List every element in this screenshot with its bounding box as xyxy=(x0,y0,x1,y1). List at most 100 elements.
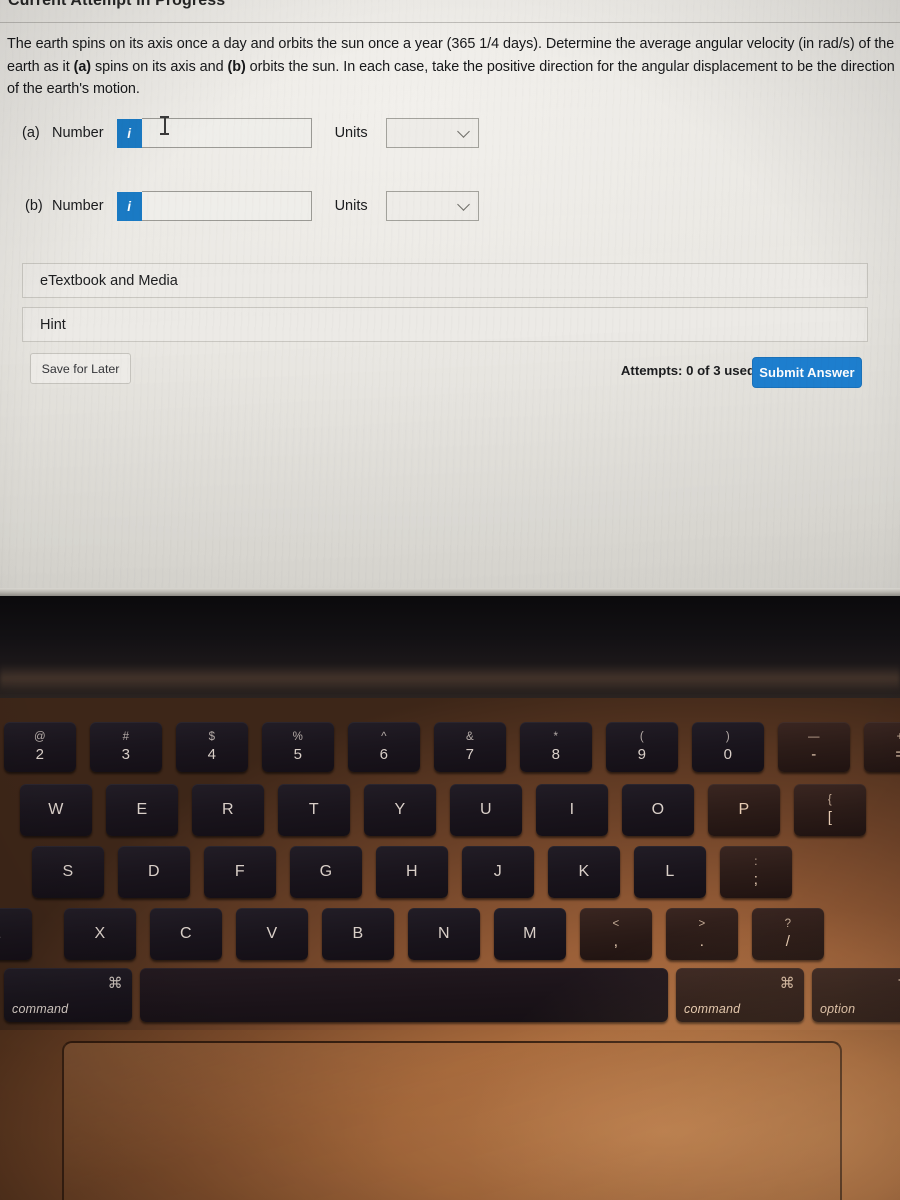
key-z[interactable]: Z xyxy=(0,908,32,960)
key--[interactable]: — - xyxy=(778,722,850,772)
key---legend: - xyxy=(811,745,817,763)
page-title-text: Current Attempt in Progress xyxy=(8,0,226,9)
key-d-legend: D xyxy=(148,862,160,880)
key-comma[interactable]: <, xyxy=(580,908,652,960)
key-o-legend: O xyxy=(651,800,665,818)
question-label-b: (b) xyxy=(227,58,246,75)
key-s[interactable]: S xyxy=(32,846,104,898)
number-input-a[interactable] xyxy=(141,118,312,148)
key-b[interactable]: B xyxy=(322,908,394,960)
key-w-legend: W xyxy=(48,800,64,818)
key-command-right-symbol: ⌘ xyxy=(779,975,795,992)
key-n-legend: N xyxy=(438,924,450,942)
key-d[interactable]: D xyxy=(118,846,190,898)
key-0-legend: 0 xyxy=(723,745,733,763)
key-command-right-label: command xyxy=(684,1002,741,1016)
key-2-top-legend: @ xyxy=(33,730,47,743)
key-bracket-left[interactable]: {[ xyxy=(794,784,866,836)
number-input-b[interactable] xyxy=(141,191,312,221)
key-7-top-legend: & xyxy=(465,730,475,743)
key-8-top-legend: * xyxy=(553,730,559,743)
key-5-top-legend: % xyxy=(292,730,304,743)
key-g[interactable]: G xyxy=(290,846,362,898)
key-command-left[interactable]: ⌘ command xyxy=(4,968,132,1022)
key-space[interactable] xyxy=(140,968,668,1022)
units-select-a[interactable] xyxy=(385,118,479,148)
key-c[interactable]: C xyxy=(150,908,222,960)
key-i[interactable]: I xyxy=(536,784,608,836)
key-m-legend: M xyxy=(523,924,537,942)
key-3-top-legend: # xyxy=(122,730,130,743)
etextbook-and-media-accordion[interactable]: eTextbook and Media xyxy=(22,263,868,298)
key-x[interactable]: X xyxy=(64,908,136,960)
key-7-legend: 7 xyxy=(465,745,475,763)
key-n[interactable]: N xyxy=(408,908,480,960)
key-9[interactable]: (9 xyxy=(606,722,678,772)
key-6[interactable]: ^ 6 xyxy=(348,722,420,772)
key-4-top-legend: $ xyxy=(208,730,216,743)
key-k[interactable]: K xyxy=(548,846,620,898)
key-=[interactable]: += xyxy=(864,722,900,772)
key-5[interactable]: % 5 xyxy=(262,722,334,772)
answer-tag-b: (b) xyxy=(25,198,43,214)
key-h[interactable]: H xyxy=(376,846,448,898)
key-6-top-legend: ^ xyxy=(381,730,387,743)
key-option-right[interactable]: ⌥option xyxy=(812,968,900,1022)
key-t[interactable]: T xyxy=(278,784,350,836)
key-8[interactable]: * 8 xyxy=(520,722,592,772)
hint-accordion[interactable]: Hint xyxy=(22,307,868,342)
key-0[interactable]: ) 0 xyxy=(692,722,764,772)
key-e[interactable]: E xyxy=(106,784,178,836)
key-r[interactable]: R xyxy=(192,784,264,836)
key-comma-legend: , xyxy=(613,932,619,950)
answer-label-b: Number xyxy=(52,198,104,214)
key-3[interactable]: #3 xyxy=(90,722,162,772)
key-slash[interactable]: ? / xyxy=(752,908,824,960)
save-for-later-label: Save for Later xyxy=(41,361,120,376)
save-for-later-button[interactable]: Save for Later xyxy=(30,353,131,384)
key-j[interactable]: J xyxy=(462,846,534,898)
trackpad[interactable] xyxy=(62,1041,842,1200)
key-period[interactable]: >. xyxy=(666,908,738,960)
laptop-screen: Current Attempt in Progress The earth sp… xyxy=(0,0,900,592)
key-u-legend: U xyxy=(480,800,492,818)
key-f[interactable]: F xyxy=(204,846,276,898)
question-statement: The earth spins on its axis once a day a… xyxy=(7,33,895,101)
key-4[interactable]: $4 xyxy=(176,722,248,772)
units-select-b[interactable] xyxy=(385,191,479,221)
question-label-a: (a) xyxy=(73,58,92,75)
key-semicolon[interactable]: :; xyxy=(720,846,792,898)
key-l[interactable]: L xyxy=(634,846,706,898)
key-m[interactable]: M xyxy=(494,908,566,960)
photo-of-laptop-screen: Current Attempt in Progress The earth sp… xyxy=(0,0,900,1200)
key-p[interactable]: P xyxy=(708,784,780,836)
key-2[interactable]: @2 xyxy=(4,722,76,772)
info-icon-a[interactable]: i xyxy=(116,118,142,148)
submit-answer-button[interactable]: Submit Answer xyxy=(752,357,862,388)
key-9-legend: 9 xyxy=(637,745,647,763)
key-p-legend: P xyxy=(738,800,750,818)
key-y[interactable]: Y xyxy=(364,784,436,836)
key-f-legend: F xyxy=(234,862,246,880)
attempts-status: Attempts: 0 of 3 used xyxy=(620,363,755,378)
key-2-legend: 2 xyxy=(35,745,45,763)
key-4-legend: 4 xyxy=(207,745,217,763)
key-o[interactable]: O xyxy=(622,784,694,836)
hinge-highlight xyxy=(0,664,900,690)
key-command-left-symbol: ⌘ xyxy=(107,975,123,992)
chevron-down-icon xyxy=(456,125,470,138)
submit-answer-label: Submit Answer xyxy=(759,365,855,380)
info-icon-b[interactable]: i xyxy=(116,191,142,221)
key-slash-top-legend: ? xyxy=(784,917,792,930)
key-=-top-legend: + xyxy=(896,731,900,744)
key-w[interactable]: W xyxy=(20,784,92,836)
key-u[interactable]: U xyxy=(450,784,522,836)
answer-row-a: (a) Number i Units xyxy=(22,118,479,148)
key-command-right[interactable]: ⌘ command xyxy=(676,968,804,1022)
question-part-2: spins on its axis and xyxy=(91,58,228,75)
key-e-legend: E xyxy=(136,800,148,818)
etextbook-accordion-label: eTextbook and Media xyxy=(40,272,178,289)
key-s-legend: S xyxy=(62,862,74,880)
key-v[interactable]: V xyxy=(236,908,308,960)
key-7[interactable]: & 7 xyxy=(434,722,506,772)
